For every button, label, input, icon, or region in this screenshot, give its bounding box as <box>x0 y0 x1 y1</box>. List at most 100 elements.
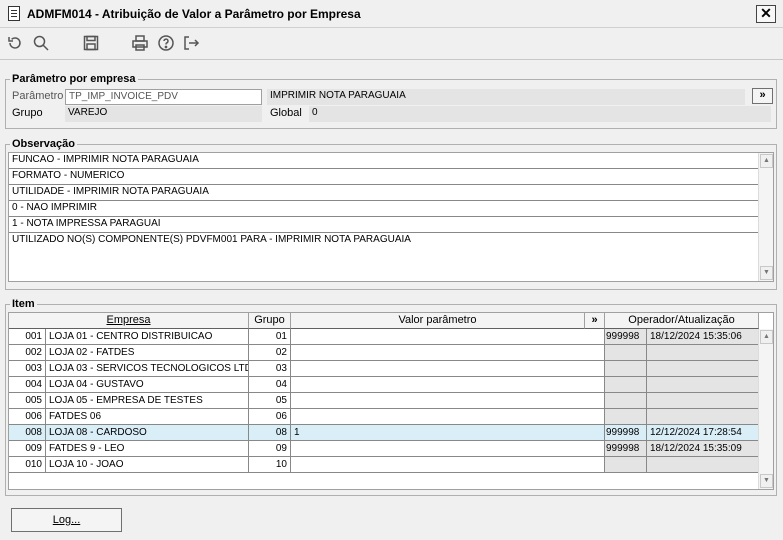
row-data <box>647 409 759 425</box>
row-valor-input[interactable] <box>291 361 605 377</box>
document-icon <box>8 6 20 21</box>
log-button-label: Log... <box>52 514 81 526</box>
row-data <box>647 377 759 393</box>
row-operador: 999998 <box>605 425 647 441</box>
row-data: 18/12/2024 15:35:06 <box>647 329 759 345</box>
row-data <box>647 345 759 361</box>
row-operador: 999998 <box>605 441 647 457</box>
col-header-valor[interactable]: Valor parâmetro <box>291 313 585 329</box>
table-row[interactable]: 003 LOJA 03 - SERVICOS TECNOLOGICOS LTDA… <box>9 361 759 377</box>
row-grupo: 04 <box>249 377 291 393</box>
table-row[interactable]: 010 LOJA 10 - JOAO 10 <box>9 457 759 473</box>
row-operador <box>605 377 647 393</box>
print-icon[interactable] <box>130 33 150 53</box>
row-valor-input[interactable] <box>291 345 605 361</box>
row-valor-input[interactable] <box>291 441 605 457</box>
row-code: 008 <box>9 425 46 441</box>
observacao-line: FORMATO - NUMERICO <box>9 169 759 185</box>
row-operador <box>605 361 647 377</box>
table-row[interactable]: 002 LOJA 02 - FATDES 02 <box>9 345 759 361</box>
row-empresa: LOJA 04 - GUSTAVO <box>46 377 249 393</box>
row-code: 001 <box>9 329 46 345</box>
observacao-textarea[interactable]: FUNCAO - IMPRIMIR NOTA PARAGUAIA FORMATO… <box>8 152 774 282</box>
observacao-line: 1 - NOTA IMPRESSA PARAGUAI <box>9 217 759 233</box>
row-data <box>647 361 759 377</box>
row-valor-input[interactable] <box>291 393 605 409</box>
window-title: ADMFM014 - Atribuição de Valor a Parâmet… <box>27 7 361 21</box>
row-data: 18/12/2024 15:35:09 <box>647 441 759 457</box>
help-icon[interactable] <box>156 33 176 53</box>
observacao-line: 0 - NAO IMPRIMIR <box>9 201 759 217</box>
save-icon[interactable] <box>81 33 101 53</box>
param-group-legend: Parâmetro por empresa <box>10 73 138 85</box>
table-row[interactable]: 001 LOJA 01 - CENTRO DISTRIBUICAO 01 999… <box>9 329 759 345</box>
parametro-field[interactable]: TP_IMP_INVOICE_PDV <box>65 89 262 105</box>
row-operador <box>605 457 647 473</box>
exit-icon[interactable] <box>181 33 201 53</box>
row-code: 004 <box>9 377 46 393</box>
row-empresa: LOJA 05 - EMPRESA DE TESTES <box>46 393 249 409</box>
row-operador <box>605 345 647 361</box>
row-empresa: LOJA 10 - JOAO <box>46 457 249 473</box>
row-grupo: 05 <box>249 393 291 409</box>
observacao-line: UTILIZADO NO(S) COMPONENTE(S) PDVFM001 P… <box>12 234 411 245</box>
row-empresa: LOJA 02 - FATDES <box>46 345 249 361</box>
parametro-desc: IMPRIMIR NOTA PARAGUAIA <box>267 89 745 105</box>
scroll-up-icon[interactable]: ▲ <box>760 154 773 168</box>
row-valor-input[interactable] <box>291 409 605 425</box>
table-row[interactable]: 004 LOJA 04 - GUSTAVO 04 <box>9 377 759 393</box>
row-data: 12/12/2024 17:28:54 <box>647 425 759 441</box>
observacao-legend: Observação <box>10 138 77 150</box>
row-grupo: 10 <box>249 457 291 473</box>
row-data <box>647 393 759 409</box>
row-grupo: 03 <box>249 361 291 377</box>
row-empresa: LOJA 03 - SERVICOS TECNOLOGICOS LTDA <box>46 361 249 377</box>
close-button[interactable]: ✕ <box>756 5 776 23</box>
grupo-value: VAREJO <box>65 106 262 122</box>
col-header-empresa[interactable]: Empresa <box>9 313 249 329</box>
row-empresa: LOJA 08 - CARDOSO <box>46 425 249 441</box>
row-empresa: LOJA 01 - CENTRO DISTRIBUICAO <box>46 329 249 345</box>
row-code: 002 <box>9 345 46 361</box>
search-icon[interactable] <box>31 33 51 53</box>
row-valor-input[interactable] <box>291 457 605 473</box>
table-row[interactable]: 005 LOJA 05 - EMPRESA DE TESTES 05 <box>9 393 759 409</box>
scroll-up-icon[interactable]: ▲ <box>760 330 773 344</box>
row-empresa: FATDES 9 - LEO <box>46 441 249 457</box>
toolbar <box>0 28 783 60</box>
col-header-grupo[interactable]: Grupo <box>249 313 291 329</box>
undo-icon[interactable] <box>5 33 25 53</box>
table-row-selected[interactable]: 008 LOJA 08 - CARDOSO 08 1 999998 12/12/… <box>9 425 759 441</box>
global-label: Global <box>270 107 302 119</box>
col-header-operador[interactable]: Operador/Atualização <box>605 313 759 329</box>
observacao-line: FUNCAO - IMPRIMIR NOTA PARAGUAIA <box>9 153 759 169</box>
row-operador: 999998 <box>605 329 647 345</box>
row-valor-input[interactable]: 1 <box>291 425 605 441</box>
table-row[interactable]: 006 FATDES 06 06 <box>9 409 759 425</box>
observacao-scrollbar[interactable]: ▲ ▼ <box>758 153 773 281</box>
table-row[interactable]: 009 FATDES 9 - LEO 09 999998 18/12/2024 … <box>9 441 759 457</box>
parametro-label: Parâmetro <box>12 90 64 102</box>
scroll-down-icon[interactable]: ▼ <box>760 474 773 488</box>
item-legend: Item <box>10 298 37 310</box>
log-button[interactable]: Log... <box>11 508 122 532</box>
row-grupo: 02 <box>249 345 291 361</box>
item-grid: Empresa Grupo Valor parâmetro » Operador… <box>8 312 774 490</box>
row-empresa: FATDES 06 <box>46 409 249 425</box>
row-operador <box>605 409 647 425</box>
parametro-more-button[interactable]: » <box>752 88 773 104</box>
row-code: 006 <box>9 409 46 425</box>
row-data <box>647 457 759 473</box>
row-grupo: 06 <box>249 409 291 425</box>
global-value: 0 <box>309 106 771 122</box>
row-valor-input[interactable] <box>291 329 605 345</box>
grupo-label: Grupo <box>12 107 43 119</box>
item-grid-scrollbar[interactable]: ▲ ▼ <box>758 329 773 489</box>
scroll-down-icon[interactable]: ▼ <box>760 266 773 280</box>
row-grupo: 09 <box>249 441 291 457</box>
row-grupo: 08 <box>249 425 291 441</box>
valor-more-button[interactable]: » <box>585 313 605 329</box>
row-valor-input[interactable] <box>291 377 605 393</box>
row-code: 010 <box>9 457 46 473</box>
row-operador <box>605 393 647 409</box>
